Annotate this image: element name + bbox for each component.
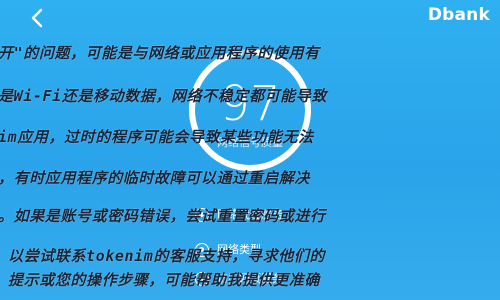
- overlay-text-line: 提示或您的操作步骤，可能帮助我提供更准确: [8, 271, 321, 289]
- overlay-text-line: im应用，过时的程序可能会导致某些功能无法: [0, 128, 314, 146]
- overlay-text-line: ，有时应用程序的临时故障可以通过重启解决: [0, 169, 311, 187]
- overlay-text-line: 是Wi-Fi还是移动数据，网络不稳定都可能导致: [0, 87, 327, 105]
- app-screen: Dbank 97 网络信号质量 网络代理服务 网络类型 访问网页服务 开"的问题…: [0, 0, 500, 300]
- overlay-text-line: 。如果是账号或密码错误，尝试重置密码或进行: [0, 207, 326, 225]
- overlay-text-line: 以尝试联系tokenim的客服支持，寻求他们的: [8, 247, 326, 265]
- brand-title: Dbank: [427, 5, 490, 25]
- chevron-left-icon[interactable]: [26, 6, 50, 30]
- overlay-text-line: 开"的问题，可能是与网络或应用程序的使用有: [0, 44, 320, 62]
